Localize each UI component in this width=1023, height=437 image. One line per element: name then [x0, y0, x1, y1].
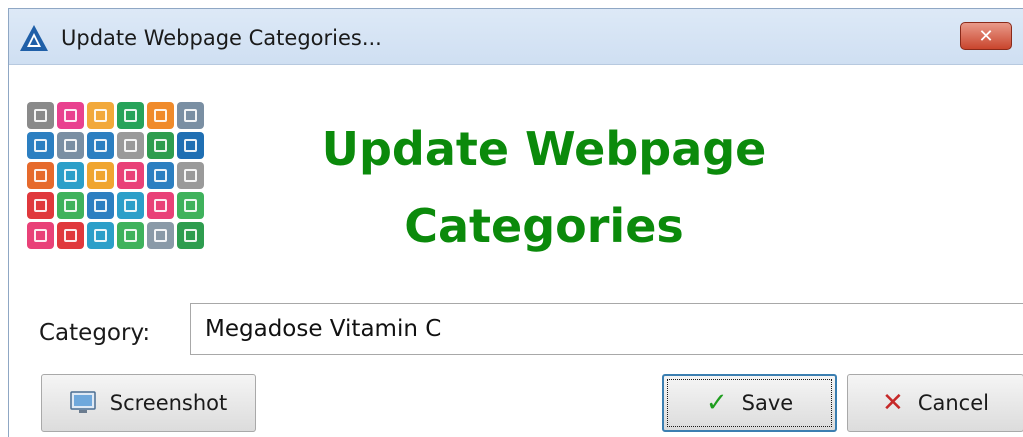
category-tile-icon — [117, 132, 144, 159]
category-tile-icon — [147, 222, 174, 249]
close-icon: ✕ — [978, 25, 994, 47]
category-tile-icon — [177, 192, 204, 219]
category-tile-icon — [87, 222, 114, 249]
cancel-label: Cancel — [917, 391, 989, 415]
close-button[interactable]: ✕ — [960, 22, 1012, 50]
title-bar[interactable]: Update Webpage Categories... ✕ — [9, 9, 1023, 65]
category-tile-icon — [87, 102, 114, 129]
save-button[interactable]: ✓ Save — [662, 374, 837, 432]
category-tile-icon — [87, 132, 114, 159]
category-tile-icon — [117, 222, 144, 249]
category-tile-icon — [57, 102, 84, 129]
category-icons-graphic — [27, 102, 204, 249]
heading-line-1: Update Webpage — [321, 122, 767, 176]
category-tile-icon — [27, 222, 54, 249]
category-tile-icon — [27, 192, 54, 219]
check-icon: ✓ — [705, 388, 728, 418]
category-tile-icon — [57, 192, 84, 219]
category-tile-icon — [57, 162, 84, 189]
category-tile-icon — [27, 162, 54, 189]
cancel-button[interactable]: ✕ Cancel — [847, 374, 1023, 432]
category-tile-icon — [147, 132, 174, 159]
category-tile-icon — [147, 162, 174, 189]
heading-line-2: Categories — [404, 199, 684, 253]
page-heading: Update Webpage Categories — [271, 111, 817, 265]
x-icon: ✕ — [882, 388, 904, 418]
category-label: Category: — [39, 320, 151, 346]
category-tile-icon — [177, 222, 204, 249]
category-tile-icon — [177, 102, 204, 129]
screenshot-button[interactable]: Screenshot — [41, 374, 256, 432]
category-tile-icon — [117, 102, 144, 129]
category-tile-icon — [117, 162, 144, 189]
screenshot-label: Screenshot — [109, 391, 228, 415]
category-tile-icon — [27, 132, 54, 159]
dialog-window: Update Webpage Categories... ✕ Update We… — [8, 8, 1023, 437]
category-tile-icon — [177, 162, 204, 189]
app-logo-icon — [20, 25, 48, 51]
category-tile-icon — [57, 222, 84, 249]
category-tile-icon — [117, 192, 144, 219]
category-input[interactable] — [190, 303, 1023, 355]
category-tile-icon — [147, 102, 174, 129]
save-label: Save — [741, 391, 794, 415]
category-tile-icon — [147, 192, 174, 219]
category-tile-icon — [87, 192, 114, 219]
category-tile-icon — [87, 162, 114, 189]
category-tile-icon — [57, 132, 84, 159]
category-tile-icon — [27, 102, 54, 129]
category-tile-icon — [177, 132, 204, 159]
window-title: Update Webpage Categories... — [61, 26, 382, 50]
monitor-icon — [69, 391, 96, 413]
